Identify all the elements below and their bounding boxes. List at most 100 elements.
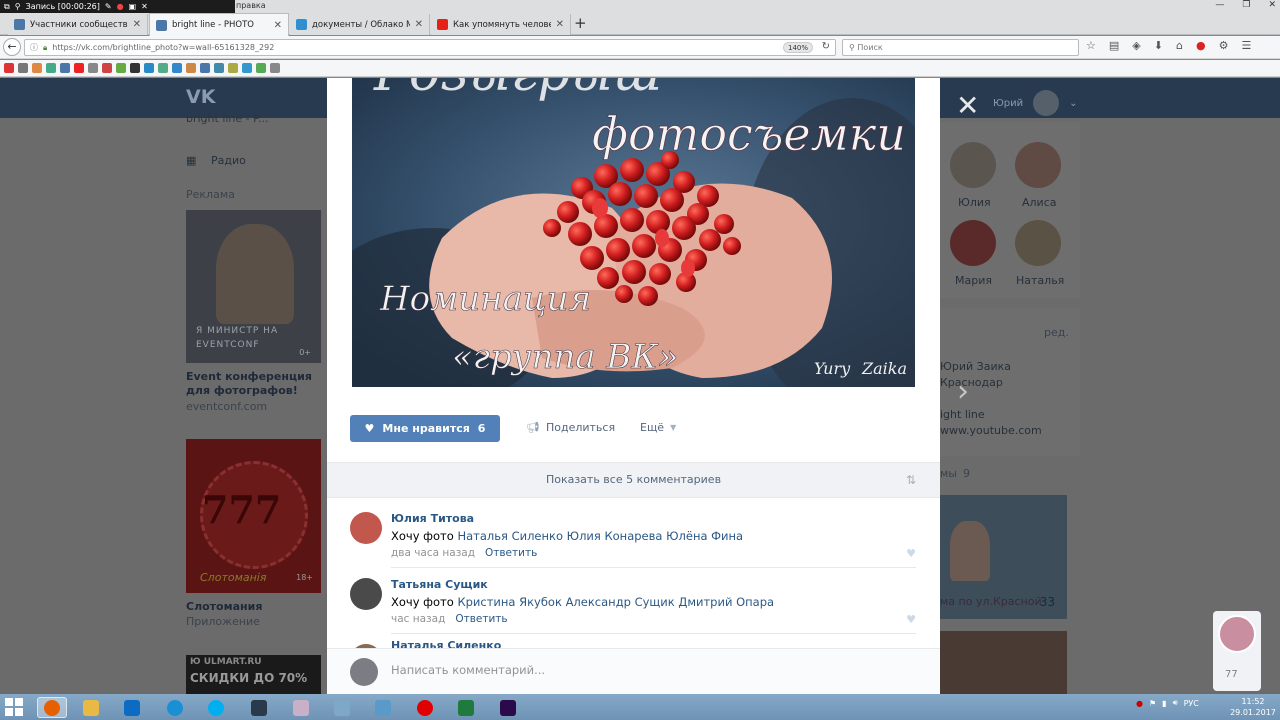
- ad-image-slotomania[interactable]: 777 Слотоманія 18+: [186, 439, 321, 593]
- ad-title[interactable]: Event конференция для фотографов!: [186, 370, 321, 398]
- pen-icon[interactable]: ✎: [105, 2, 112, 11]
- bookmark-icon[interactable]: [46, 63, 56, 73]
- like-heart-icon[interactable]: ♥: [906, 613, 916, 626]
- bookmark-icon[interactable]: [172, 63, 182, 73]
- album-cover[interactable]: ма по ул.Красной 33: [940, 495, 1067, 619]
- avatar[interactable]: [1015, 142, 1061, 188]
- vk-logo-icon[interactable]: VK: [186, 86, 215, 108]
- comment-author[interactable]: Татьяна Сущик: [391, 578, 488, 591]
- like-button[interactable]: ♥ Мне нравится 6: [350, 415, 500, 442]
- menu-fragment[interactable]: правка: [236, 1, 266, 10]
- tab-close-icon[interactable]: ✕: [274, 20, 282, 31]
- adblock-icon[interactable]: ●: [1196, 39, 1206, 52]
- home-icon[interactable]: ⌂: [1176, 39, 1183, 52]
- bookmark-icon[interactable]: [18, 63, 28, 73]
- zoom-indicator[interactable]: 140%: [782, 42, 813, 53]
- user-menu[interactable]: Юрий ⌄: [993, 90, 1078, 116]
- info-icon[interactable]: ⓘ: [30, 42, 38, 53]
- windows-start-icon[interactable]: [4, 697, 24, 717]
- bookmark-icon[interactable]: [130, 63, 140, 73]
- bookmark-icon[interactable]: [158, 63, 168, 73]
- record-dot-icon[interactable]: ●: [117, 2, 124, 11]
- bookmark-icon[interactable]: [144, 63, 154, 73]
- back-button[interactable]: ←: [3, 38, 21, 56]
- url-bar[interactable]: ⓘ 🔒︎ https://vk.com/brightline_photo?w=w…: [24, 39, 836, 56]
- bookmark-icon[interactable]: [116, 63, 126, 73]
- firefox-icon[interactable]: [37, 697, 67, 718]
- browser-app-icon[interactable]: [160, 697, 190, 718]
- bookmark-icon[interactable]: [88, 63, 98, 73]
- tab-youtube[interactable]: Как упомянуть человека ... ✕: [431, 14, 571, 35]
- search-input[interactable]: ⚲ Поиск: [842, 39, 1079, 56]
- post-photo[interactable]: Розыгрыш фотосъемки Номинация «группа ВК…: [352, 78, 915, 387]
- maximize-icon[interactable]: ❐: [1242, 0, 1250, 10]
- star-icon[interactable]: ☆: [1086, 39, 1096, 52]
- bookmark-icon[interactable]: [4, 63, 14, 73]
- albums-label[interactable]: мы: [940, 467, 957, 480]
- comment-author[interactable]: Юлия Титова: [391, 512, 474, 525]
- comment-time[interactable]: час назад: [391, 613, 445, 625]
- lightroom-icon[interactable]: [244, 697, 274, 718]
- like-heart-icon[interactable]: ♥: [906, 547, 916, 560]
- ad-title[interactable]: Слотомания: [186, 600, 262, 613]
- owner-group[interactable]: ight line: [940, 408, 985, 421]
- comment-mentions[interactable]: Кристина Якубок Александр Сущик Дмитрий …: [457, 595, 774, 609]
- camera-icon[interactable]: ▣: [129, 2, 137, 11]
- teamviewer-icon[interactable]: [117, 697, 147, 718]
- download-icon[interactable]: ⬇: [1154, 39, 1163, 52]
- app-icon[interactable]: [368, 697, 398, 718]
- url-text[interactable]: https://vk.com/brightline_photo?w=wall-6…: [52, 43, 274, 52]
- tab-members[interactable]: Участники сообщества b... ✕: [8, 14, 148, 35]
- tab-bright-line[interactable]: bright line - PHOTO ✕: [149, 13, 289, 36]
- friend-name[interactable]: Алиса: [1022, 196, 1057, 209]
- close-window-icon[interactable]: ✕: [1268, 0, 1276, 10]
- comment-mentions[interactable]: Наталья Силенко Юлия Конарева Юлёна Фина: [457, 529, 743, 543]
- friend-name[interactable]: Мария: [955, 274, 992, 287]
- bookmark-icon[interactable]: [242, 63, 252, 73]
- flag-icon[interactable]: ⚑: [1149, 699, 1156, 708]
- record-tray-icon[interactable]: ●: [1136, 699, 1143, 708]
- ad-image-eventconf[interactable]: Я МИНИСТР НА EVENTCONF 0+: [186, 210, 321, 363]
- comment-time[interactable]: два часа назад: [391, 547, 475, 559]
- recorder-app-icon[interactable]: [410, 697, 440, 718]
- system-clock[interactable]: 11:52 29.01.2017: [1228, 696, 1278, 718]
- comment-input[interactable]: Написать комментарий...: [391, 663, 545, 677]
- bookmark-icon[interactable]: [200, 63, 210, 73]
- more-button[interactable]: Ещё ▼: [640, 421, 676, 434]
- app-icon[interactable]: [286, 697, 316, 718]
- avatar[interactable]: [350, 512, 382, 544]
- new-tab-button[interactable]: +: [574, 14, 587, 32]
- show-all-comments-button[interactable]: Показать все 5 комментариев ⇅: [327, 462, 940, 498]
- share-button[interactable]: 📢︎ Поделиться: [526, 421, 615, 434]
- tab-close-icon[interactable]: ✕: [415, 19, 423, 30]
- bookmark-icon[interactable]: [60, 63, 70, 73]
- avatar[interactable]: [950, 142, 996, 188]
- album-cover[interactable]: [940, 631, 1067, 694]
- network-icon[interactable]: ▮: [1162, 699, 1166, 708]
- comment-author[interactable]: Наталья Силенко: [391, 639, 501, 648]
- bookmark-icon[interactable]: [32, 63, 42, 73]
- close-recorder-icon[interactable]: ✕: [141, 2, 148, 11]
- avatar[interactable]: [1015, 220, 1061, 266]
- edit-link[interactable]: ред.: [1044, 326, 1069, 339]
- ad-domain[interactable]: eventconf.com: [186, 400, 267, 413]
- avatar[interactable]: [950, 220, 996, 266]
- skype-icon[interactable]: [201, 697, 231, 718]
- bookmark-icon[interactable]: [186, 63, 196, 73]
- reply-link[interactable]: Ответить: [455, 613, 507, 625]
- left-nav-radio[interactable]: Радио: [211, 154, 246, 167]
- reply-link[interactable]: Ответить: [485, 547, 537, 559]
- library-icon[interactable]: ▤: [1109, 39, 1119, 52]
- extension-icon[interactable]: ⚙: [1219, 39, 1229, 52]
- bookmark-icon[interactable]: [270, 63, 280, 73]
- premiere-icon[interactable]: [493, 697, 523, 718]
- ad-image-ulmart[interactable]: Ю ULMART.RU СКИДКИ ДО 70%: [186, 655, 321, 694]
- owner-site[interactable]: www.youtube.com: [940, 424, 1042, 437]
- notification-widget[interactable]: 77: [1213, 611, 1261, 691]
- minimize-icon[interactable]: —: [1215, 0, 1224, 10]
- chevron-right-icon[interactable]: ›: [957, 374, 969, 409]
- bookmark-icon[interactable]: [102, 63, 112, 73]
- volume-icon[interactable]: 🔊︎: [1173, 698, 1178, 708]
- bookmark-icon[interactable]: [214, 63, 224, 73]
- friend-name[interactable]: Юлия: [958, 196, 991, 209]
